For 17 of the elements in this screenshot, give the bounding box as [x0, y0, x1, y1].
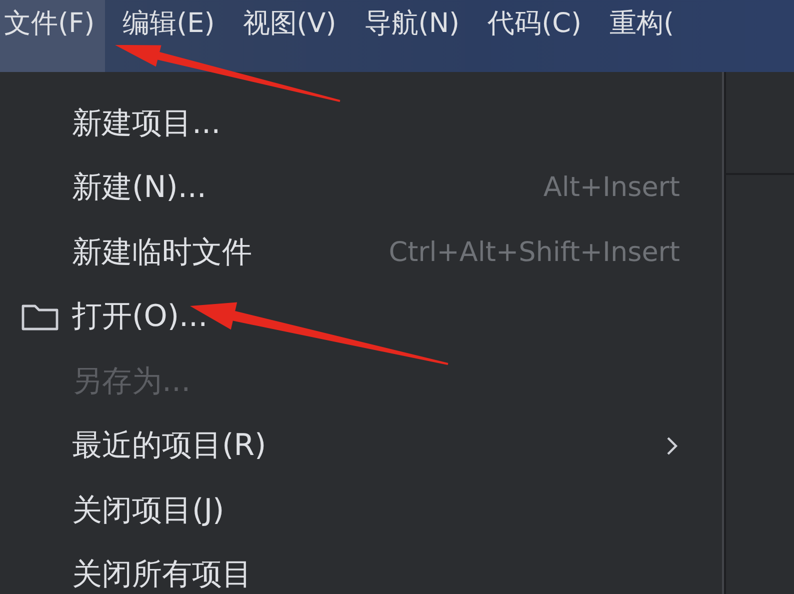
menu-bar-item[interactable]: 编辑(E): [118, 0, 225, 72]
menu-item[interactable]: 关闭所有项目: [72, 554, 252, 594]
menu-bar-item[interactable]: 代码(C): [484, 0, 592, 72]
chevron-right-icon: [664, 434, 680, 457]
menu-bar-item[interactable]: 文件(F): [0, 0, 105, 72]
menu-bar-item[interactable]: 视图(V): [238, 0, 346, 72]
shortcut-label: Ctrl+Alt+Shift+Insert: [388, 236, 680, 268]
shortcut-label: Alt+Insert: [543, 172, 680, 204]
menu-item[interactable]: 新建临时文件: [72, 232, 252, 273]
menu-item[interactable]: 新建项目...: [72, 102, 221, 144]
menu-item[interactable]: 最近的项目(R): [72, 425, 266, 466]
folder-icon: [20, 302, 60, 331]
menu-bar-item[interactable]: 导航(N): [360, 0, 470, 72]
menu-item[interactable]: 新建(N)...: [72, 167, 206, 208]
menu-item[interactable]: 关闭项目(J): [72, 490, 224, 531]
menu-item[interactable]: 打开(O)...: [72, 296, 208, 338]
menu-bar-item[interactable]: 重构(: [605, 0, 684, 72]
